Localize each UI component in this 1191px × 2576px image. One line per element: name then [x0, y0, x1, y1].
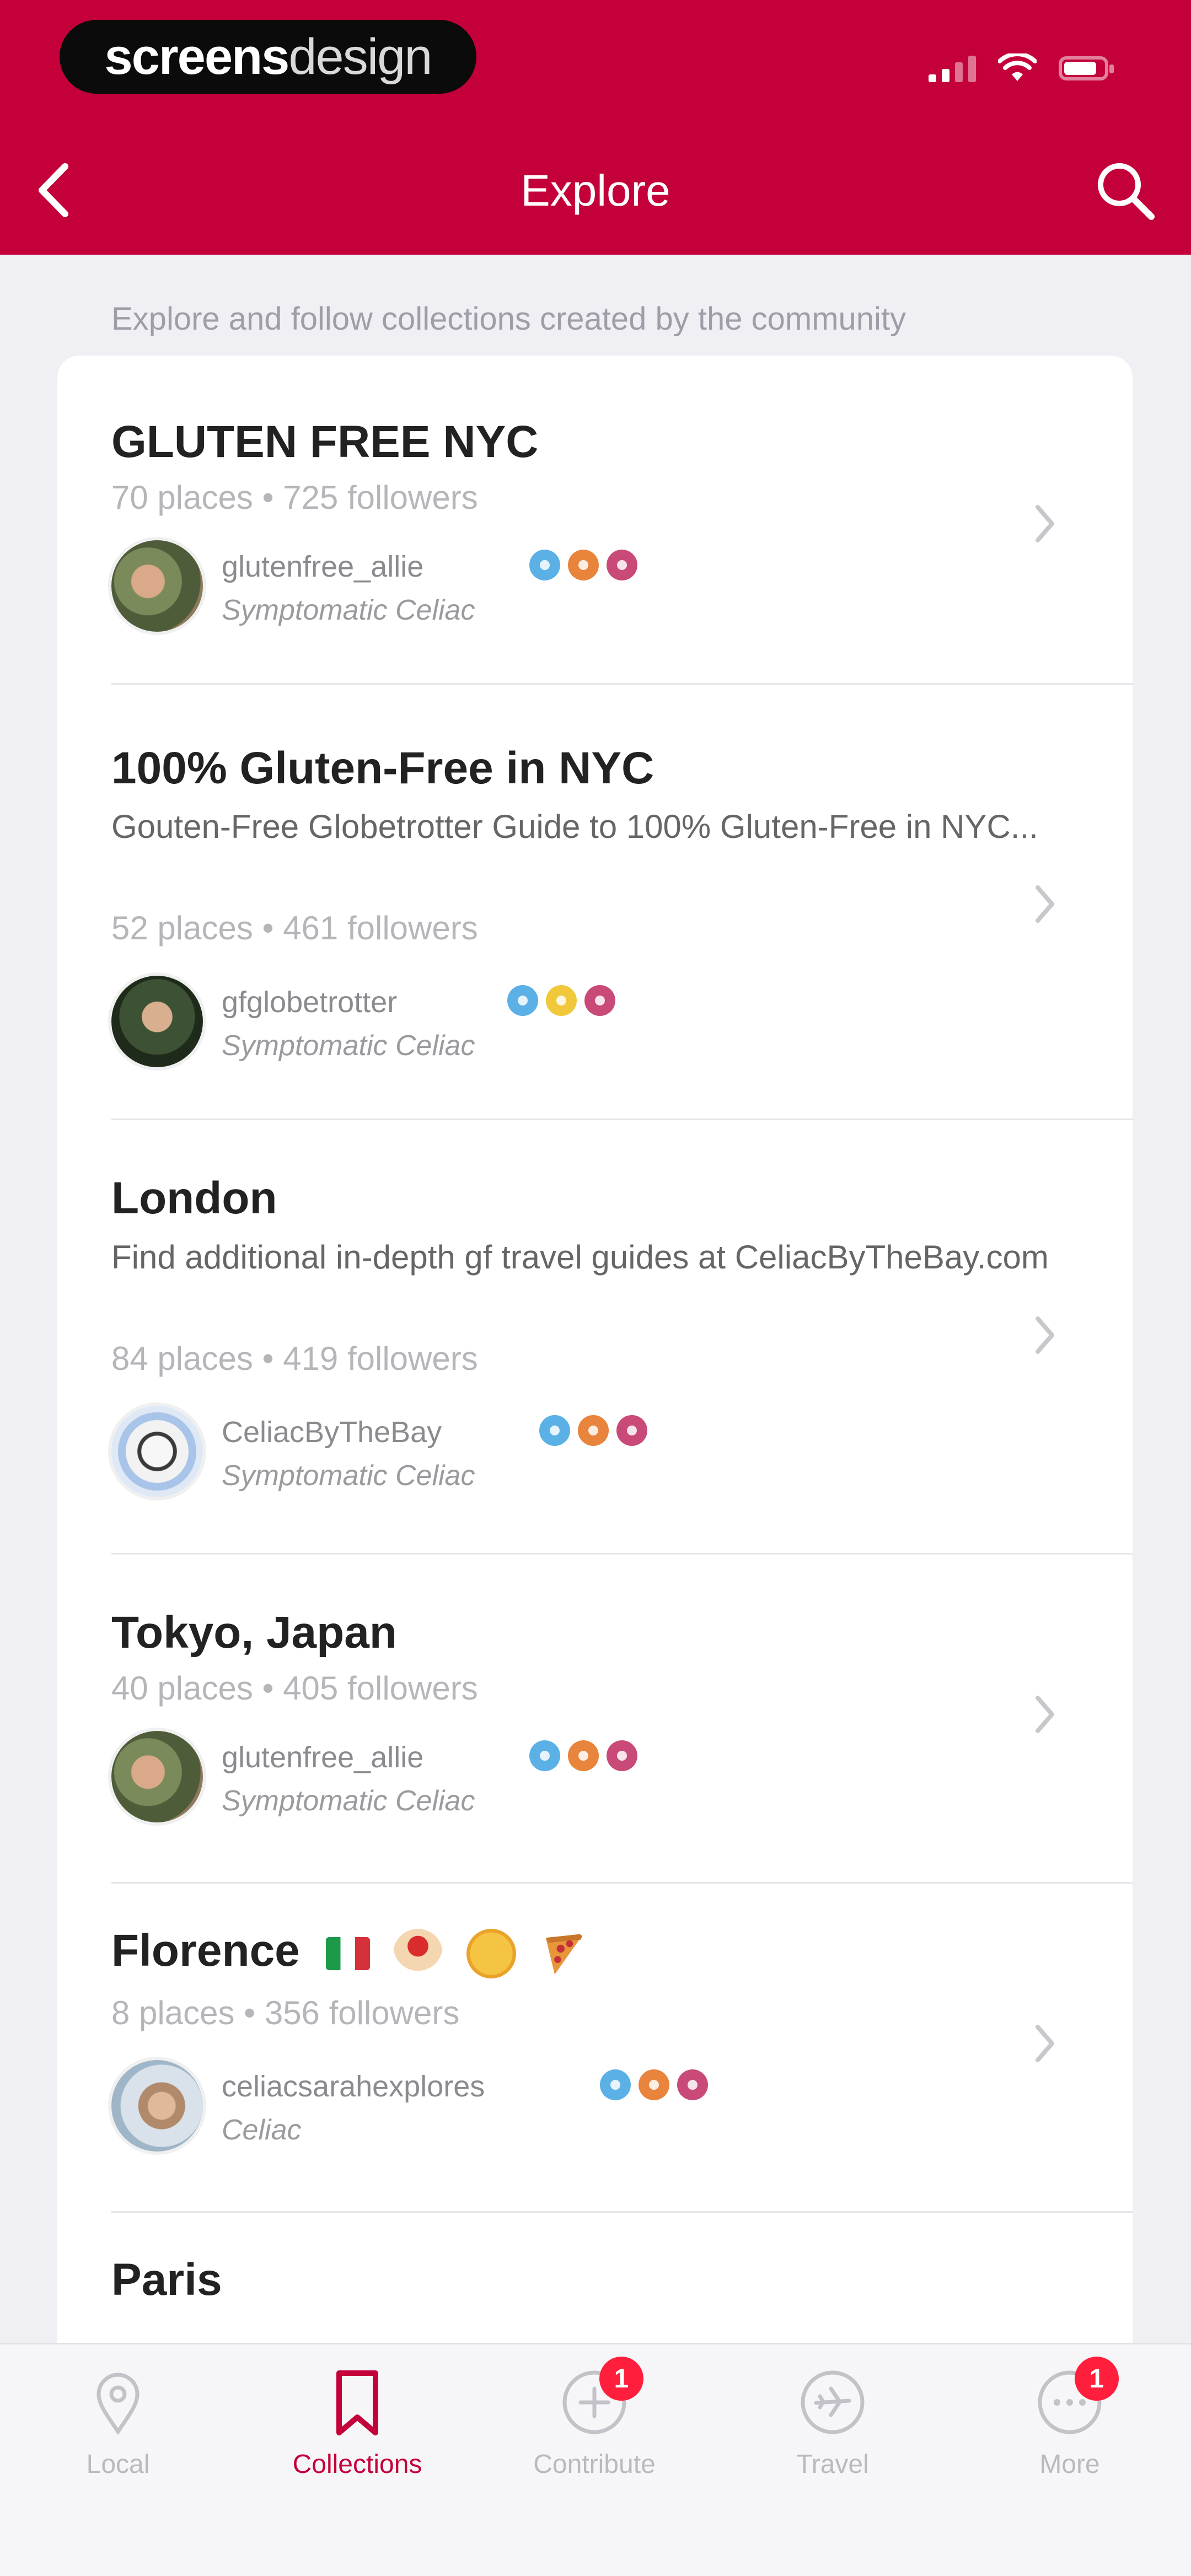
- user-avatar: [111, 976, 203, 1067]
- search-button[interactable]: [1092, 157, 1158, 223]
- chevron-right-icon: [1036, 1696, 1054, 1733]
- chevron-right-icon: [1036, 2025, 1054, 2062]
- sun-icon: [466, 1929, 517, 1979]
- pink-badge-icon: [607, 1740, 637, 1771]
- tab-bar: Local Collections 1 Contribute Travel 1 …: [0, 2343, 1191, 2576]
- blue-badge-icon: [539, 1415, 570, 1446]
- user-badges: [539, 1415, 647, 1446]
- collection-stats: 52 places • 461 followers: [111, 910, 478, 946]
- user-role: Symptomatic Celiac: [222, 1460, 475, 1492]
- user-role: Symptomatic Celiac: [222, 1030, 475, 1062]
- chevron-right-icon: [1036, 1316, 1054, 1354]
- user-avatar: [111, 2060, 203, 2152]
- tab-collections[interactable]: Collections: [275, 2367, 440, 2480]
- collection-description: Find additional in-depth gf travel guide…: [111, 1239, 1049, 1276]
- collection-title: London: [111, 1173, 277, 1223]
- user-badges: [600, 2069, 708, 2100]
- blue-badge-icon: [529, 1740, 560, 1771]
- tab-travel[interactable]: Travel: [750, 2367, 915, 2480]
- pizza-icon: [545, 1934, 584, 1975]
- orange-badge-icon: [568, 1740, 599, 1771]
- status-icons: [929, 52, 1114, 85]
- collection-stats: 70 places • 725 followers: [111, 479, 478, 516]
- user-role: Symptomatic Celiac: [222, 594, 475, 626]
- blue-badge-icon: [529, 550, 560, 580]
- notification-badge: 1: [599, 2357, 643, 2401]
- collection-stats: 40 places • 405 followers: [111, 1670, 478, 1707]
- blue-badge-icon: [600, 2069, 631, 2100]
- bookmark-icon: [336, 2370, 378, 2435]
- collection-description: Gouten-Free Globetrotter Guide to 100% G…: [111, 808, 1038, 845]
- user-name: gfglobetrotter: [222, 986, 398, 1019]
- collection-item[interactable]: 100% Gluten-Free in NYC Gouten-Free Glob…: [57, 685, 1133, 1120]
- collection-item[interactable]: Florence 8 places • 356 followers celiac…: [57, 1884, 1133, 2213]
- brand-watermark: screens design: [60, 20, 476, 94]
- pink-badge-icon: [677, 2069, 708, 2100]
- tab-local[interactable]: Local: [35, 2367, 201, 2480]
- user-badges: [507, 985, 615, 1016]
- orange-badge-icon: [578, 1415, 609, 1446]
- yellow-badge-icon: [546, 985, 577, 1016]
- tab-label: More: [1039, 2450, 1100, 2479]
- user-role: Celiac: [222, 2114, 302, 2146]
- notification-badge: 1: [1075, 2357, 1119, 2401]
- explore-subtitle: Explore and follow collections created b…: [111, 301, 906, 337]
- collection-title: 100% Gluten-Free in NYC: [111, 743, 654, 793]
- tab-more[interactable]: 1 More: [987, 2357, 1152, 2480]
- cake-icon: [393, 1929, 443, 1979]
- battery-icon: [1059, 56, 1114, 80]
- user-role: Symptomatic Celiac: [222, 1785, 475, 1817]
- pink-badge-icon: [584, 985, 615, 1016]
- user-avatar: [111, 1731, 203, 1822]
- user-avatar: [111, 1406, 203, 1497]
- tab-label: Collections: [292, 2450, 422, 2479]
- pink-badge-icon: [616, 1415, 647, 1446]
- tab-label: Contribute: [533, 2450, 656, 2479]
- page-title: Explore: [521, 166, 670, 215]
- user-name: celiacsarahexplores: [222, 2070, 485, 2103]
- plane-circle-icon: [801, 2370, 865, 2434]
- user-badges: [529, 550, 637, 580]
- collection-list: GLUTEN FREE NYC 70 places • 725 follower…: [57, 356, 1133, 2406]
- brand-bold-text: screens: [104, 28, 290, 85]
- pink-badge-icon: [607, 550, 637, 580]
- collection-title: Tokyo, Japan: [111, 1607, 397, 1658]
- user-avatar: [111, 540, 203, 632]
- collection-title: GLUTEN FREE NYC: [111, 417, 539, 467]
- cellular-signal-icon: [929, 55, 976, 82]
- tab-label: Local: [86, 2450, 150, 2479]
- user-name: glutenfree_allie: [222, 1741, 424, 1774]
- user-badges: [529, 1740, 637, 1771]
- brand-light-text: design: [288, 28, 432, 85]
- collection-item[interactable]: London Find additional in-depth gf trave…: [57, 1120, 1133, 1555]
- tab-contribute[interactable]: 1 Contribute: [512, 2357, 677, 2480]
- collection-stats: 84 places • 419 followers: [111, 1340, 478, 1377]
- map-pin-icon: [96, 2373, 140, 2435]
- collection-stats: 8 places • 356 followers: [111, 1994, 460, 2031]
- orange-badge-icon: [639, 2069, 669, 2100]
- collection-item[interactable]: Tokyo, Japan 40 places • 405 followers g…: [57, 1555, 1133, 1884]
- orange-badge-icon: [568, 550, 599, 580]
- collection-title: Paris: [111, 2255, 222, 2305]
- chevron-right-icon: [1036, 885, 1054, 923]
- user-name: CeliacByTheBay: [222, 1416, 442, 1449]
- collection-item[interactable]: GLUTEN FREE NYC 70 places • 725 follower…: [57, 356, 1133, 685]
- user-name: glutenfree_allie: [222, 550, 424, 583]
- italy-flag-icon: [325, 1937, 370, 1971]
- app-header: screens design Explore: [0, 0, 1191, 255]
- tab-label: Travel: [796, 2450, 869, 2479]
- chevron-right-icon: [1036, 505, 1054, 542]
- collection-title: Florence: [111, 1925, 589, 1979]
- wifi-icon: [998, 53, 1037, 81]
- collection-title-text: Florence: [111, 1926, 300, 1976]
- blue-badge-icon: [507, 985, 538, 1016]
